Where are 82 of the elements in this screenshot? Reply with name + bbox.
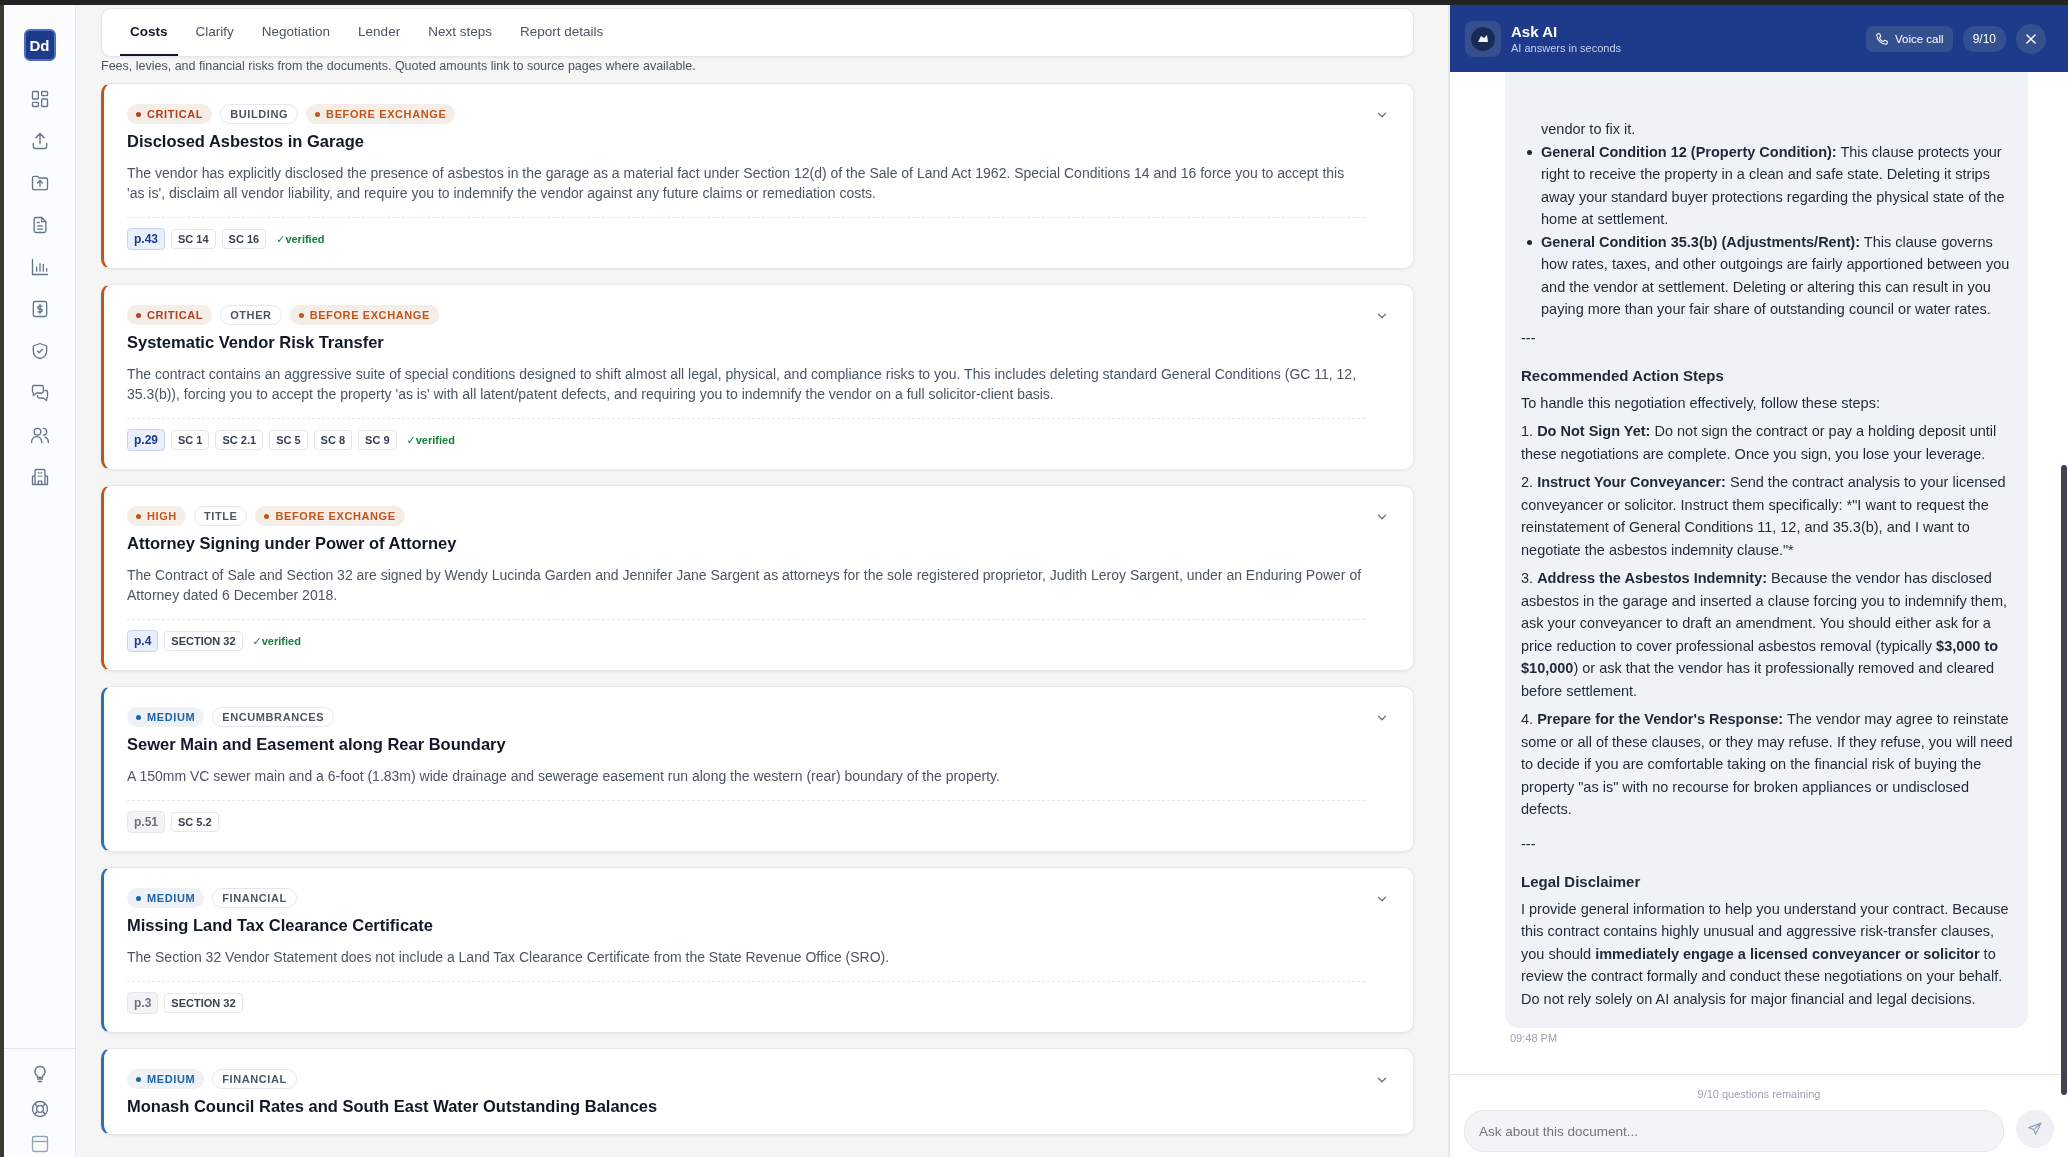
section-description: Fees, levies, and financial risks from the documents. Quoted amounts link to source pages where available.: [101, 59, 697, 73]
folder-upload-icon: [29, 173, 50, 193]
bullet-icon: [1527, 149, 1532, 155]
finding-description: A 150mm VC sewer main and a 6-foot (1.83m) wide drainage and sewerage easement run along the western (rear) boundary of the property.: [127, 767, 1001, 786]
clause-tag: SC 8: [313, 430, 353, 450]
users-icon: [29, 425, 50, 445]
chat-title: Ask AI: [1511, 23, 1559, 40]
app-logo[interactable]: Dd: [23, 29, 56, 61]
tab[interactable]: Report details: [509, 9, 614, 56]
page-reference-link[interactable]: p.4: [127, 630, 159, 652]
finding-description: The Section 32 Vendor Statement does not include a Land Tax Clearance Certificate from the State Revenue Office (SRO).: [127, 948, 891, 967]
severity-badge: CRITICAL: [127, 104, 213, 124]
message-paragraph: 1. Do Not Sign Yet: Do not sign the contract or pay a holding deposit until these negotiations are complete. Once you sign, you lose your leverage.: [1521, 422, 1998, 464]
severity-badge: MEDIUM: [127, 707, 205, 727]
clause-tag: SC 9: [358, 430, 397, 450]
voice-call-button[interactable]: Voice call: [1866, 25, 1953, 52]
clause-tag: SC 14: [171, 229, 216, 249]
verified-label: ✓verified: [252, 634, 301, 648]
page-reference-link[interactable]: p.51: [127, 811, 165, 833]
separator-text: ---: [1521, 834, 1537, 854]
clause-tag: SECTION 32: [164, 993, 243, 1013]
bar-chart-icon: [29, 257, 50, 277]
assistant-avatar-icon: [1465, 20, 1501, 57]
building-icon: [29, 467, 50, 487]
list-item-text: vendor to fix it.: [1541, 120, 1637, 139]
clause-tag: SC 5: [269, 430, 308, 450]
finding-title: Missing Land Tax Clearance Certificate: [127, 916, 434, 935]
timing-badge: BEFORE EXCHANGE: [255, 506, 405, 526]
finding-description: The contract contains an aggressive suite of special conditions designed to shift almost all legal, physical, and compliance risks to you. This includes deleting standard General Conditions (GC 11, 12, 35.3(b)), forcing you to accept the property 'as is' with all latent/patent defects, and requiring you to indemnify the vendor on a full solicitor-client basis.: [127, 365, 1358, 404]
finding-description: The Contract of Sale and Section 32 are signed by Wendy Lucinda Garden and Jennifer Jane Sargent as attorneys for the sole registered proprietor, Judith Leroy Sargent, under an Enduring Power of Attorney dated 6 December 2018.: [127, 566, 1363, 605]
verified-label: ✓verified: [406, 433, 455, 447]
clause-tag: SC 1: [171, 430, 210, 450]
list-item-text: General Condition 35.3(b) (Adjustments/Rent): This clause governs how rates, taxes, and other outgoings are fairly apportioned between you and the vendor at settlement. Deleting or altering this can result in you paying more than your fair share of outstanding council or water rates.: [1541, 232, 2011, 319]
verified-label: ✓verified: [276, 232, 325, 246]
page-reference-link[interactable]: p.29: [127, 429, 165, 451]
message-timestamp: 09:48 PM: [1509, 1031, 1559, 1046]
chat-bubbles-icon: [29, 383, 50, 403]
tab[interactable]: Clarify: [185, 9, 244, 56]
tab[interactable]: Lender: [348, 9, 411, 56]
question-counter: 9/10: [1962, 25, 2006, 52]
panel-icon: [29, 1134, 50, 1155]
lifebuoy-icon: [29, 1099, 50, 1119]
clause-tag: SECTION 32: [164, 631, 243, 651]
question-input[interactable]: Ask about this document...: [1464, 1110, 2004, 1152]
message-paragraph: 2. Instruct Your Conveyancer: Send the contract analysis to your licensed conveyancer or solicitor. Instruct them specifically: *"I want to request the reinstatement of General Conditions 11, 12, and 35.3(b), and I want to negotiate the asbestos indemnity clause."*: [1521, 473, 2007, 560]
phone-icon: [1875, 31, 1890, 46]
tab[interactable]: Next steps: [418, 9, 502, 56]
message-paragraph: To handle this negotiation effectively, follow these steps:: [1521, 393, 1881, 413]
severity-badge: MEDIUM: [127, 888, 205, 908]
finding-title: Attorney Signing under Power of Attorney: [127, 534, 458, 553]
finding-description: The vendor has explicitly disclosed the presence of asbestos in the garage as a material fact under Section 12(d) of the Sale of Land Act 1962. Special Conditions 14 and 16 force you to accept this 'as is', disclaim all vendor liability, and require you to indemnify the vendor against any future claims or remediation costs.: [127, 164, 1346, 203]
timing-badge: BEFORE EXCHANGE: [289, 305, 439, 325]
message-paragraph: I provide general information to help you understand your contract. Because this contract contains highly unusual and aggressive risk-transfer clauses, you should immediately engage a licensed conveyancer or solicitor to review the contract formally and conduct these negotiations on your behalf. Do not rely solely on AI analysis for major financial and legal decisions.: [1521, 899, 2010, 1009]
message-paragraph: 3. Address the Asbestos Indemnity: Because the vendor has disclosed asbestos in the garage and inserted a clause forcing you to indemnify them, ask your conveyancer to draft an amendment. You should either ask for a price reduction to cover professional asbestos removal (typically $3,000 to $10,000) or ask that the vendor has it professionally removed and cleared before settlement.: [1521, 569, 2009, 701]
severity-badge: HIGH: [127, 506, 186, 526]
finding-title: Disclosed Asbestos in Garage: [127, 132, 365, 151]
finding-title: Sewer Main and Easement along Rear Boundary: [127, 735, 507, 754]
remaining-questions-text: 9/10 questions remaining: [1697, 1088, 1821, 1100]
timing-badge: BEFORE EXCHANGE: [306, 104, 456, 124]
page-reference-link[interactable]: p.43: [127, 228, 165, 250]
list-item-text: General Condition 12 (Property Condition): This clause protects your right to receive the property in a clean and safe state. Deleting it strips away your standard buyer protections regarding the physical state of the home at settlement.: [1541, 142, 2006, 229]
message-paragraph: 4. Prepare for the Vendor's Response: The vendor may agree to reinstate some or all of these clauses, or they may refuse. If they refuse, you will need to decide if you are comfortable taking on the financial risk of buying the property "as is" with no recourse for broken appliances or undisclosed defects.: [1521, 710, 2014, 819]
grid-icon: [29, 89, 50, 109]
separator-text: ---: [1521, 328, 1537, 348]
section-heading: Recommended Action Steps: [1521, 366, 1725, 386]
bullet-icon: [1527, 239, 1532, 245]
severity-badge: MEDIUM: [127, 1069, 205, 1089]
severity-badge: CRITICAL: [127, 305, 213, 325]
chat-subtitle: AI answers in seconds: [1511, 42, 1623, 54]
finding-title: Systematic Vendor Risk Transfer: [127, 333, 385, 352]
finding-title: Monash Council Rates and South East Water Outstanding Balances: [127, 1097, 659, 1116]
tab[interactable]: Costs: [120, 9, 178, 56]
clause-tag: SC 5.2: [171, 812, 219, 832]
close-icon: [2024, 31, 2038, 46]
tab[interactable]: Negotiation: [251, 9, 341, 56]
page-reference-link[interactable]: p.3: [127, 992, 159, 1014]
clause-tag: SC 2.1: [215, 430, 264, 450]
send-icon: [2027, 1121, 2043, 1137]
scrollbar[interactable]: [2061, 465, 2067, 1095]
close-button[interactable]: [2016, 23, 2046, 54]
clause-tag: SC 16: [221, 229, 267, 249]
section-heading: Legal Disclaimer: [1521, 872, 1642, 892]
